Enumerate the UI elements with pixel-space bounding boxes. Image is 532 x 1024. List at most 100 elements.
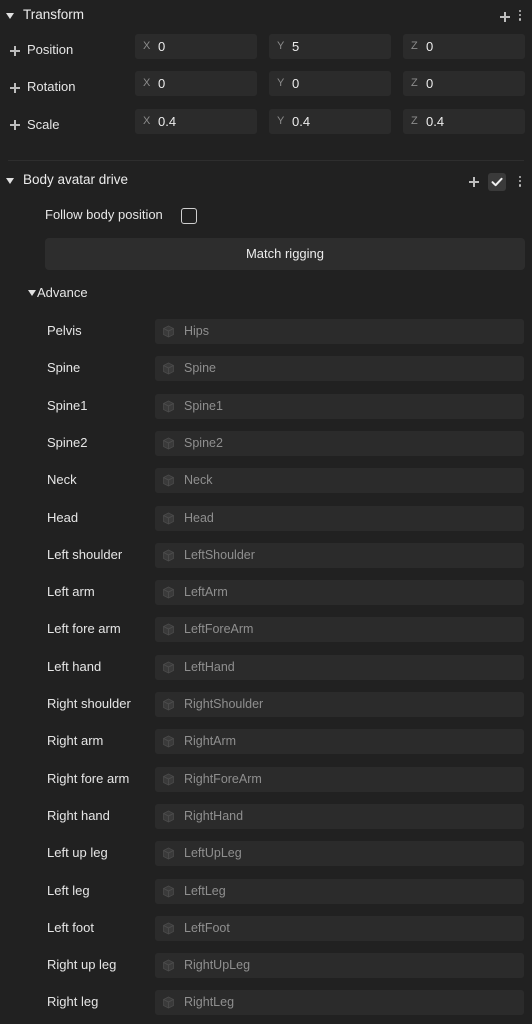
bone-object-field[interactable]: LeftLeg (155, 879, 524, 904)
advance-foldout[interactable]: Advance (26, 284, 106, 302)
bone-value: LeftForeArm (184, 622, 254, 636)
bone-label: Right fore arm (47, 771, 130, 786)
object-cube-icon (163, 773, 174, 786)
bone-value: RightLeg (184, 995, 235, 1009)
bone-value: LeftShoulder (184, 548, 255, 562)
rotation-x-value: 0 (158, 76, 166, 91)
more-menu-icon[interactable] (519, 10, 522, 22)
more-menu-icon[interactable] (519, 176, 522, 188)
match-rigging-button[interactable]: Match rigging (45, 238, 525, 270)
bone-object-field[interactable]: LeftUpLeg (155, 841, 524, 866)
axis-x-label: X (143, 77, 151, 89)
bone-object-field[interactable]: RightArm (155, 729, 524, 754)
collapse-arrow-icon (6, 13, 14, 19)
section-divider (8, 160, 524, 161)
bone-label: Right arm (47, 733, 104, 748)
match-rigging-label: Match rigging (245, 246, 325, 261)
position-x-value: 0 (158, 39, 166, 54)
bone-label: Spine1 (47, 398, 88, 413)
bone-object-field[interactable]: Spine (155, 356, 524, 381)
add-icon[interactable] (469, 177, 479, 187)
bone-object-field[interactable]: RightUpLeg (155, 953, 524, 978)
object-cube-icon (163, 735, 174, 748)
bone-value: LeftHand (184, 660, 235, 674)
bone-label: Left up leg (47, 845, 108, 860)
bone-label: Left shoulder (47, 547, 123, 562)
bone-value: Spine1 (184, 399, 223, 413)
body-drive-collapse-toggle[interactable] (0, 170, 20, 192)
bone-object-field[interactable]: LeftArm (155, 580, 524, 605)
rotation-z-value: 0 (426, 76, 434, 91)
bone-object-field[interactable]: LeftShoulder (155, 543, 524, 568)
object-cube-icon (163, 885, 174, 898)
bone-value: RightForeArm (184, 772, 262, 786)
object-cube-icon (163, 474, 174, 487)
axis-y-label: Y (277, 77, 285, 89)
bone-value: LeftLeg (184, 884, 226, 898)
enable-checkbox[interactable] (488, 173, 506, 191)
object-cube-icon (163, 512, 174, 525)
rotation-y-value: 0 (292, 76, 300, 91)
axis-x-label: X (143, 40, 151, 52)
scale-z-value: 0.4 (426, 114, 445, 129)
axis-y-label: Y (277, 40, 285, 52)
bone-value: Hips (184, 324, 210, 338)
plus-icon[interactable] (10, 83, 20, 93)
position-x-field[interactable]: X0 (135, 34, 257, 59)
object-cube-icon (163, 661, 174, 674)
bone-object-field[interactable]: Spine1 (155, 394, 524, 419)
bone-object-field[interactable]: RightHand (155, 804, 524, 829)
bone-object-field[interactable]: Head (155, 506, 524, 531)
bone-value: Head (184, 511, 214, 525)
axis-z-label: Z (411, 40, 418, 52)
object-cube-icon (163, 325, 174, 338)
object-cube-icon (163, 623, 174, 636)
bone-object-field[interactable]: Spine2 (155, 431, 524, 456)
bone-object-field[interactable]: RightLeg (155, 990, 524, 1015)
position-y-field[interactable]: Y5 (269, 34, 391, 59)
scale-x-field[interactable]: X 0.4 (135, 109, 257, 134)
add-icon[interactable] (500, 12, 510, 22)
bone-label: Spine (47, 360, 81, 375)
object-cube-icon (163, 996, 174, 1009)
transform-collapse-toggle[interactable] (0, 4, 20, 26)
object-cube-icon (163, 810, 174, 823)
object-cube-icon (163, 400, 174, 413)
bone-label: Right hand (47, 808, 110, 823)
scale-y-field[interactable]: Y 0.4 (269, 109, 391, 134)
object-cube-icon (163, 698, 174, 711)
bone-object-field[interactable]: LeftForeArm (155, 617, 524, 642)
object-cube-icon (163, 362, 174, 375)
axis-x-label: X (143, 115, 151, 127)
bone-label: Neck (47, 472, 77, 487)
rotation-z-field[interactable]: Z0 (403, 71, 525, 96)
object-cube-icon (163, 847, 174, 860)
rotation-x-field[interactable]: X0 (135, 71, 257, 96)
object-cube-icon (163, 586, 174, 599)
bone-object-field[interactable]: RightForeArm (155, 767, 524, 792)
bone-label: Right leg (47, 994, 99, 1009)
bone-value: LeftFoot (184, 921, 230, 935)
scale-label: Scale (27, 117, 60, 132)
bone-object-field[interactable]: RightShoulder (155, 692, 524, 717)
bone-object-field[interactable]: LeftHand (155, 655, 524, 680)
rotation-y-field[interactable]: Y0 (269, 71, 391, 96)
axis-y-label: Y (277, 115, 285, 127)
bone-object-field[interactable]: Neck (155, 468, 524, 493)
body-drive-title: Body avatar drive (23, 172, 129, 187)
bone-object-field[interactable]: Hips (155, 319, 524, 344)
bone-object-field[interactable]: LeftFoot (155, 916, 524, 941)
bone-value: RightShoulder (184, 697, 264, 711)
plus-icon[interactable] (10, 120, 20, 130)
bone-label: Right up leg (47, 957, 117, 972)
follow-body-checkbox[interactable] (181, 208, 197, 224)
advance-label: Advance (37, 285, 88, 300)
axis-z-label: Z (411, 77, 418, 89)
position-z-field[interactable]: Z0 (403, 34, 525, 59)
scale-z-field[interactable]: Z 0.4 (403, 109, 525, 134)
plus-icon[interactable] (10, 46, 20, 56)
axis-z-label: Z (411, 115, 418, 127)
bone-value: RightUpLeg (184, 958, 251, 972)
bone-label: Pelvis (47, 323, 82, 338)
bone-label: Left leg (47, 883, 90, 898)
